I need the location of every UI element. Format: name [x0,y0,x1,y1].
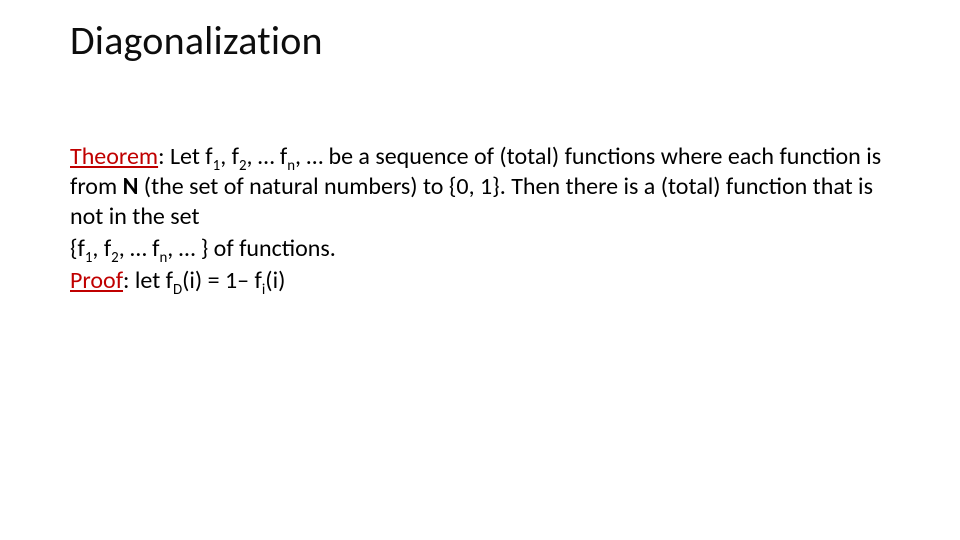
proof-tail: (i) [265,266,285,295]
theorem-label: Theorem [70,142,158,171]
set-c2: , … f [119,234,160,263]
set-sub-n: n [159,248,167,266]
sub-n: n [287,156,295,174]
theorem-colon: : [158,142,170,171]
proof-colon: : [123,266,135,295]
proof-line: Proof: let fD(i) = 1– fi(i) [70,266,890,296]
slide-body: Theorem: Let f1, f2, … fn, … be a sequen… [70,142,890,298]
proof-pre: let f [135,266,173,295]
theorem-paragraph: Theorem: Let f1, f2, … fn, … be a sequen… [70,142,890,232]
slide-title: Diagonalization [70,16,323,65]
theorem-text-1: Let f [170,142,213,171]
proof-label: Proof [70,266,123,295]
sub-2: 2 [239,156,247,174]
theorem-text-2: , f [220,142,239,171]
set-tail: , … } of functions. [167,234,336,263]
set-line: {f1, f2, … fn, … } of functions. [70,234,890,264]
set-sub-2: 2 [111,248,119,266]
slide: Diagonalization Theorem: Let f1, f2, … f… [0,0,960,540]
set-open: {f [70,234,85,263]
set-sub-1: 1 [85,248,93,266]
natural-n: N [123,172,139,201]
proof-sub-i: i [262,280,265,298]
sub-1: 1 [213,156,221,174]
theorem-text-5: (the set of natural numbers) to {0, 1}. … [70,172,873,231]
proof-mid: (i) = 1– f [182,266,262,295]
theorem-text-3: , … f [246,142,287,171]
proof-sub-D: D [173,280,182,298]
set-c1: , f [92,234,111,263]
